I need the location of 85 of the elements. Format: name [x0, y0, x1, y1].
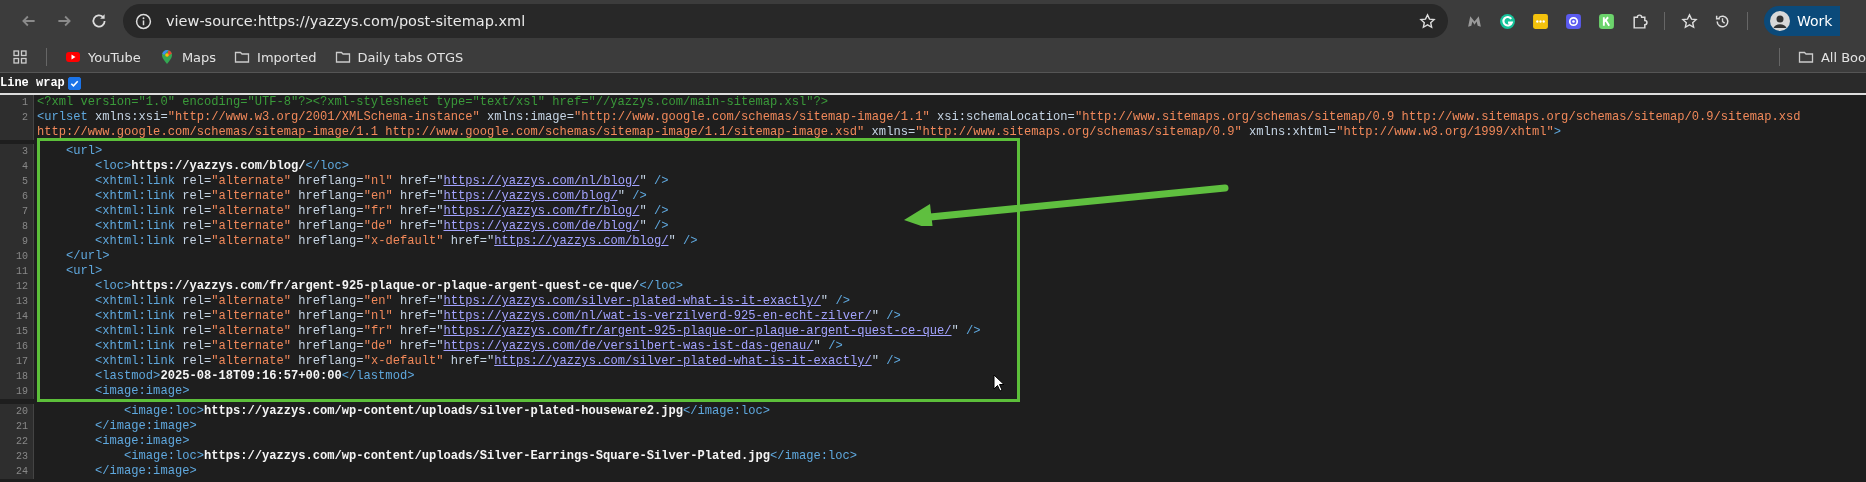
code-line: <lastmod>2025-08-18T09:16:57+00:00</lastmod> [94, 369, 415, 384]
line-number: 24 [0, 464, 34, 479]
line-number: 23 [0, 449, 34, 464]
line-number: 19 [0, 384, 34, 399]
line-number: 7 [0, 204, 34, 219]
code-line: <loc>https://yazzys.com/blog/</loc> [94, 159, 350, 174]
line-number: 11 [0, 264, 34, 279]
puzzle-icon[interactable] [1631, 12, 1648, 30]
code-line: <xhtml:link rel="alternate" hreflang="nl" href="https://yazzys.com/nl/wat-is-verzilverd-925-en-echt-zilver/" /> [94, 309, 901, 324]
link[interactable]: https://yazzys.com/nl/wat-is-verzilverd-925-en-echt-zilver/ [443, 309, 872, 323]
bookmark[interactable]: Daily tabs OTGS [334, 49, 464, 65]
code-line: <xhtml:link rel="alternate" hreflang="fr" href="https://yazzys.com/fr/blog/" /> [94, 204, 669, 219]
code-line: <xhtml:link rel="alternate" hreflang="x-default" href="https://yazzys.com/silver-plated-what-is-it-exactly/" /> [94, 354, 901, 369]
star-icon[interactable] [1419, 12, 1436, 30]
line-number: 17 [0, 354, 34, 369]
reload-icon[interactable] [90, 12, 108, 30]
apps-grid-icon[interactable] [12, 49, 28, 65]
line-number: 10 [0, 249, 34, 264]
profile-button[interactable]: Work [1764, 6, 1841, 36]
bookmark[interactable]: YouTube [65, 49, 141, 65]
code-line: <urlset xmlns:xsi="http://www.w3.org/2001/XMLSchema-instance" xmlns:image="http://www.google.com/schemas/sitemap-image/1.1" xsi:schemaLocation="http://www.sitemaps.org/schemas/sitemap/0.9 http://www.sitemaps.org/schemas/sitemap/0.9/sitemap.xsd http://www.google.com/schemas/sitemap-image/1.1 http://www.google.com/schemas/sitemap-image/1.1/sitemap-image.xsd" xmlns="http://www.sitemaps.org/schemas/sitemap/0.9" xmlns:xhtml="http://www.w3.org/1999/xhtml"> [36, 110, 1802, 140]
line-wrap-checkbox[interactable] [67, 76, 81, 90]
line-number: 8 [0, 219, 34, 234]
code-line: </url> [65, 249, 110, 264]
link[interactable]: https://yazzys.com/silver-plated-what-is-it-exactly/ [443, 294, 821, 308]
line-number: 4 [0, 159, 34, 174]
extension-icon[interactable] [1598, 12, 1615, 30]
extension-icon[interactable] [1565, 12, 1582, 30]
line-number: 14 [0, 309, 34, 324]
avatar-icon [1770, 11, 1790, 31]
code-line: <url> [65, 264, 103, 279]
line-wrap-label: Line wrap [0, 76, 65, 90]
link[interactable]: https://yazzys.com/nl/blog/ [443, 174, 640, 188]
code-line: <loc>https://yazzys.com/fr/argent-925-plaque-or-plaque-argent-quest-ce-que/</loc> [94, 279, 683, 294]
line-number: 6 [0, 189, 34, 204]
line-number: 18 [0, 369, 34, 384]
code-line: </image:image> [94, 464, 197, 479]
line-number: 22 [0, 434, 34, 449]
folder-icon [334, 49, 351, 65]
code-line: <image:loc>https://yazzys.com/wp-content/uploads/Silver-Earrings-Square-Silver-Plated.jpg</image:loc> [123, 449, 858, 464]
bookmark-folder[interactable]: All Boo [1797, 49, 1866, 65]
extension-icon[interactable] [1532, 12, 1549, 30]
line-number: 3 [0, 144, 34, 159]
code-line: <xhtml:link rel="alternate" hreflang="de" href="https://yazzys.com/de/blog/" /> [94, 219, 669, 234]
folder-icon [234, 49, 251, 65]
code-line: <image:image> [94, 384, 190, 399]
line-number: 2 [0, 110, 34, 140]
line-number: 16 [0, 339, 34, 354]
code-line: <image:loc>https://yazzys.com/wp-content/uploads/silver-plated-houseware2.jpg</image:loc> [123, 404, 771, 419]
line-number: 5 [0, 174, 34, 189]
line-number: 20 [0, 404, 34, 419]
code-line: <xhtml:link rel="alternate" hreflang="en" href="https://yazzys.com/blog/" /> [94, 189, 647, 204]
link[interactable]: https://yazzys.com/fr/blog/ [443, 204, 640, 218]
code-line: <xhtml:link rel="alternate" hreflang="en" href="https://yazzys.com/silver-plated-what-is-it-exactly/" /> [94, 294, 850, 309]
line-number: 12 [0, 279, 34, 294]
link[interactable]: https://yazzys.com/blog/ [443, 189, 618, 203]
line-number: 13 [0, 294, 34, 309]
code-line: <url> [65, 144, 103, 159]
address-text[interactable]: view-source:https://yazzys.com/post-sitemap.xml [166, 13, 1419, 29]
code-line: <xhtml:link rel="alternate" hreflang="fr" href="https://yazzys.com/fr/argent-925-plaque-or-plaque-argent-quest-ce-que/" /> [94, 324, 981, 339]
line-number: 9 [0, 234, 34, 249]
link[interactable]: https://yazzys.com/fr/argent-925-plaque-or-plaque-argent-quest-ce-que/ [443, 324, 952, 338]
info-icon[interactable] [135, 12, 152, 30]
bookmark-star-icon[interactable] [1681, 12, 1698, 30]
link[interactable]: https://yazzys.com/silver-plated-what-is-it-exactly/ [494, 354, 872, 368]
extension-icon[interactable] [1499, 12, 1516, 30]
bookmark[interactable]: Maps [158, 49, 217, 65]
link[interactable]: https://yazzys.com/de/blog/ [443, 219, 640, 233]
line-number: 1 [0, 95, 34, 110]
code-line: <image:image> [94, 434, 190, 449]
code-line: <xhtml:link rel="alternate" hreflang="de" href="https://yazzys.com/de/versilbert-was-ist-das-genau/" /> [94, 339, 843, 354]
code-line: <xhtml:link rel="alternate" hreflang="nl" href="https://yazzys.com/nl/blog/" /> [94, 174, 669, 189]
line-number: 21 [0, 419, 34, 434]
mouse-cursor-icon [993, 374, 1005, 392]
code-line: <xhtml:link rel="alternate" hreflang="x-default" href="https://yazzys.com/blog/" /> [94, 234, 698, 249]
history-icon[interactable] [1714, 12, 1731, 30]
link[interactable]: https://yazzys.com/de/versilbert-was-ist-das-genau/ [443, 339, 814, 353]
address-bar[interactable]: view-source:https://yazzys.com/post-sitemap.xml [123, 4, 1448, 38]
bookmark[interactable]: Imported [234, 49, 317, 65]
line-number: 15 [0, 324, 34, 339]
code-line: </image:image> [94, 419, 197, 434]
video-play-icon [65, 49, 81, 65]
code-line: <?xml version="1.0" encoding="UTF-8"?><?xml-stylesheet type="text/xsl" href="//yazzys.com/main-sitemap.xsl"?> [36, 95, 829, 110]
folder-icon [1797, 49, 1814, 65]
link[interactable]: https://yazzys.com/blog/ [494, 234, 669, 248]
